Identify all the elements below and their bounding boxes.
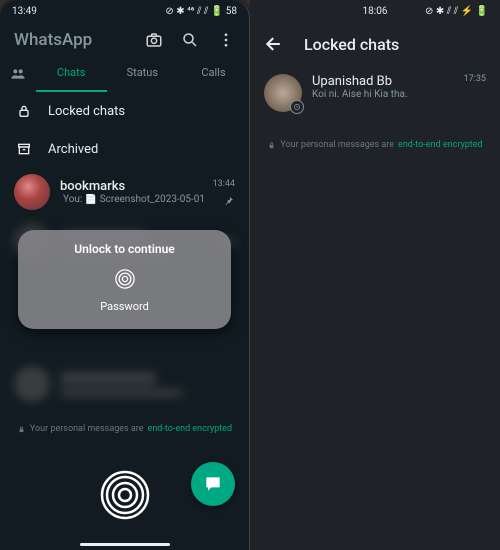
dialog-password[interactable]: Password bbox=[18, 300, 231, 313]
new-chat-fab[interactable] bbox=[191, 462, 235, 506]
screen-header: Locked chats bbox=[250, 22, 500, 66]
tab-community[interactable] bbox=[0, 58, 36, 92]
tab-chats[interactable]: Chats bbox=[36, 58, 107, 92]
whatsapp-main-screen: 13:49 ⊘ ✱ ⁴⁶ ⫽ ⫽ 🔋 58 WhatsApp Chats Sta… bbox=[0, 0, 250, 550]
locked-chats-screen: 18:06 ⊘ ✱ ⫽ ⫽ ⚡ 🔋 Locked chats Upanishad… bbox=[250, 0, 500, 550]
fingerprint-icon[interactable] bbox=[112, 266, 138, 292]
locked-chats-label: Locked chats bbox=[48, 104, 125, 119]
encryption-note: Your personal messages are end-to-end en… bbox=[250, 126, 500, 164]
chat-time: 17:35 bbox=[464, 74, 486, 112]
more-icon[interactable] bbox=[217, 31, 235, 49]
archived-row[interactable]: Archived bbox=[0, 130, 249, 168]
encryption-link[interactable]: end-to-end encrypted bbox=[148, 424, 233, 434]
nav-handle[interactable] bbox=[80, 543, 170, 546]
unlock-dialog: Unlock to continue Password bbox=[18, 230, 231, 329]
disappearing-icon bbox=[290, 100, 304, 114]
status-icons: ⊘ ✱ ⁴⁶ ⫽ ⫽ 🔋 58 bbox=[165, 6, 237, 17]
locked-chats-row[interactable]: Locked chats bbox=[0, 92, 249, 130]
fingerprint-sensor-icon[interactable] bbox=[100, 470, 150, 520]
app-header: WhatsApp bbox=[0, 22, 249, 58]
camera-icon[interactable] bbox=[145, 31, 163, 49]
blurred-chat bbox=[0, 358, 249, 410]
status-time: 13:49 bbox=[12, 6, 37, 17]
page-title: Locked chats bbox=[304, 35, 399, 54]
status-bar: 13:49 ⊘ ✱ ⁴⁶ ⫽ ⫽ 🔋 58 bbox=[0, 0, 249, 22]
lock-icon bbox=[14, 101, 34, 121]
archive-icon bbox=[14, 139, 34, 159]
app-title: WhatsApp bbox=[14, 30, 92, 50]
tab-bar: Chats Status Calls bbox=[0, 58, 249, 92]
chat-preview: You: 📄 Screenshot_2023-05-01-13-43-46-81… bbox=[60, 194, 203, 205]
encryption-link[interactable]: end-to-end encrypted bbox=[398, 140, 483, 150]
back-icon[interactable] bbox=[264, 34, 284, 54]
status-bar: 18:06 ⊘ ✱ ⫽ ⫽ ⚡ 🔋 bbox=[250, 0, 500, 22]
dialog-title: Unlock to continue bbox=[18, 242, 231, 256]
search-icon[interactable] bbox=[181, 31, 199, 49]
avatar bbox=[264, 74, 302, 112]
tab-calls[interactable]: Calls bbox=[178, 58, 249, 92]
status-time: 18:06 bbox=[363, 6, 388, 17]
encryption-note: Your personal messages are end-to-end en… bbox=[0, 410, 249, 448]
pin-icon bbox=[223, 195, 235, 207]
tab-status[interactable]: Status bbox=[107, 58, 178, 92]
chat-item[interactable]: Upanishad Bb Koi ni. Aise hi Kia tha. 17… bbox=[250, 66, 500, 120]
archived-label: Archived bbox=[48, 142, 98, 157]
avatar bbox=[14, 174, 50, 210]
chat-item-bookmarks[interactable]: bookmarks You: 📄 Screenshot_2023-05-01-1… bbox=[0, 168, 249, 216]
status-icons: ⊘ ✱ ⫽ ⫽ ⚡ 🔋 bbox=[425, 6, 488, 17]
chat-preview: Koi ni. Aise hi Kia tha. bbox=[312, 89, 454, 100]
chat-name: bookmarks bbox=[60, 179, 203, 194]
chat-time: 13:44 bbox=[213, 179, 235, 189]
chat-name: Upanishad Bb bbox=[312, 74, 454, 89]
